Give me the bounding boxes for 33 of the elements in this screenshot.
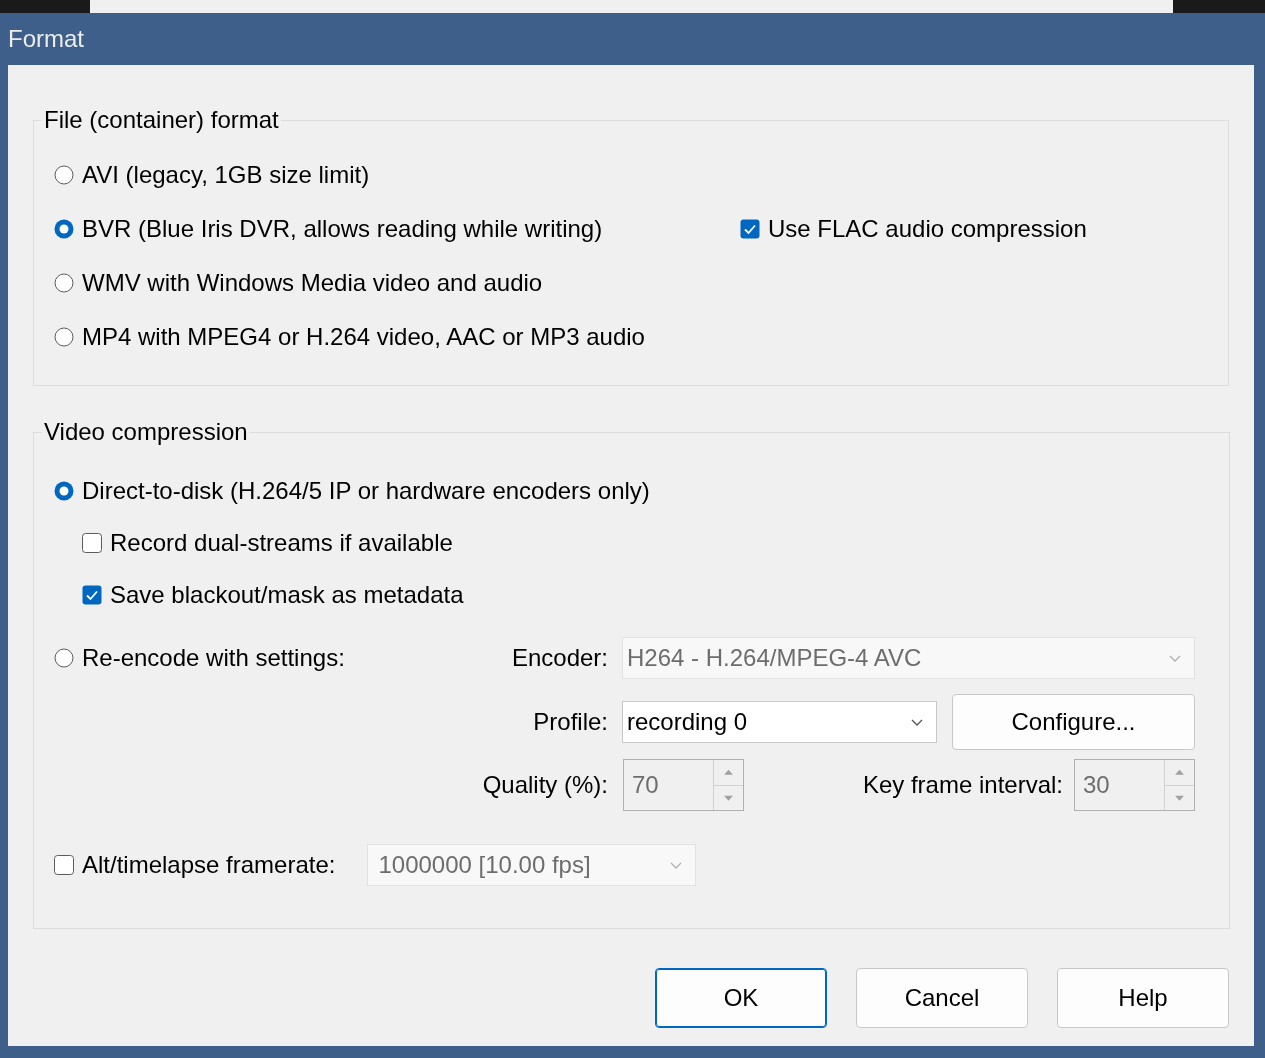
dropdown-caret-icon	[1168, 653, 1182, 663]
radio-button[interactable]	[54, 327, 74, 347]
radio-option[interactable]: Re-encode with settings:	[54, 644, 345, 672]
configure-button[interactable]: Configure...	[952, 694, 1195, 750]
radio-option[interactable]: AVI (legacy, 1GB size limit)	[54, 161, 370, 189]
radio-option[interactable]: BVR (Blue Iris DVR, allows reading while writing)	[54, 215, 740, 243]
group-title: Video compression	[43, 418, 249, 446]
encoder-label: Encoder:	[511, 644, 608, 672]
radio-button[interactable]	[54, 648, 74, 668]
group-title: File (container) format	[43, 106, 280, 134]
radio-option[interactable]: Direct-to-disk (H.264/5 IP or hardware encoders only)	[54, 477, 650, 505]
dialog-button[interactable]: Help	[1057, 968, 1229, 1028]
dialog-button[interactable]: OK	[655, 968, 827, 1028]
dropdown-caret-icon	[910, 717, 924, 727]
key-frame-label: Key frame interval:	[861, 771, 1063, 799]
quality-label: Quality (%):	[481, 771, 608, 799]
radio-option[interactable]: MP4 with MPEG4 or H.264 video, AAC or MP3 audio	[54, 323, 645, 351]
radio-button[interactable]	[54, 481, 74, 501]
checkbox[interactable]	[740, 219, 760, 239]
checkbox-option[interactable]: Save blackout/mask as metadata	[82, 581, 464, 609]
dialog-button[interactable]: Cancel	[856, 968, 1028, 1028]
dropdown-caret-icon	[669, 860, 684, 870]
profile-dropdown[interactable]: recording 0	[622, 701, 937, 743]
radio-button[interactable]	[54, 273, 74, 293]
window-title: Format	[8, 25, 84, 53]
radio-button[interactable]	[54, 219, 74, 239]
checkbox[interactable]	[82, 533, 102, 553]
checkbox-option[interactable]: Use FLAC audio compression	[740, 215, 1087, 243]
radio-option[interactable]: WMV with Windows Media video and audio	[54, 269, 543, 297]
checkbox-option[interactable]: Record dual-streams if available	[82, 529, 453, 557]
radio-button[interactable]	[54, 165, 74, 185]
profile-label: Profile:	[532, 708, 608, 736]
checkbox[interactable]	[82, 585, 102, 605]
